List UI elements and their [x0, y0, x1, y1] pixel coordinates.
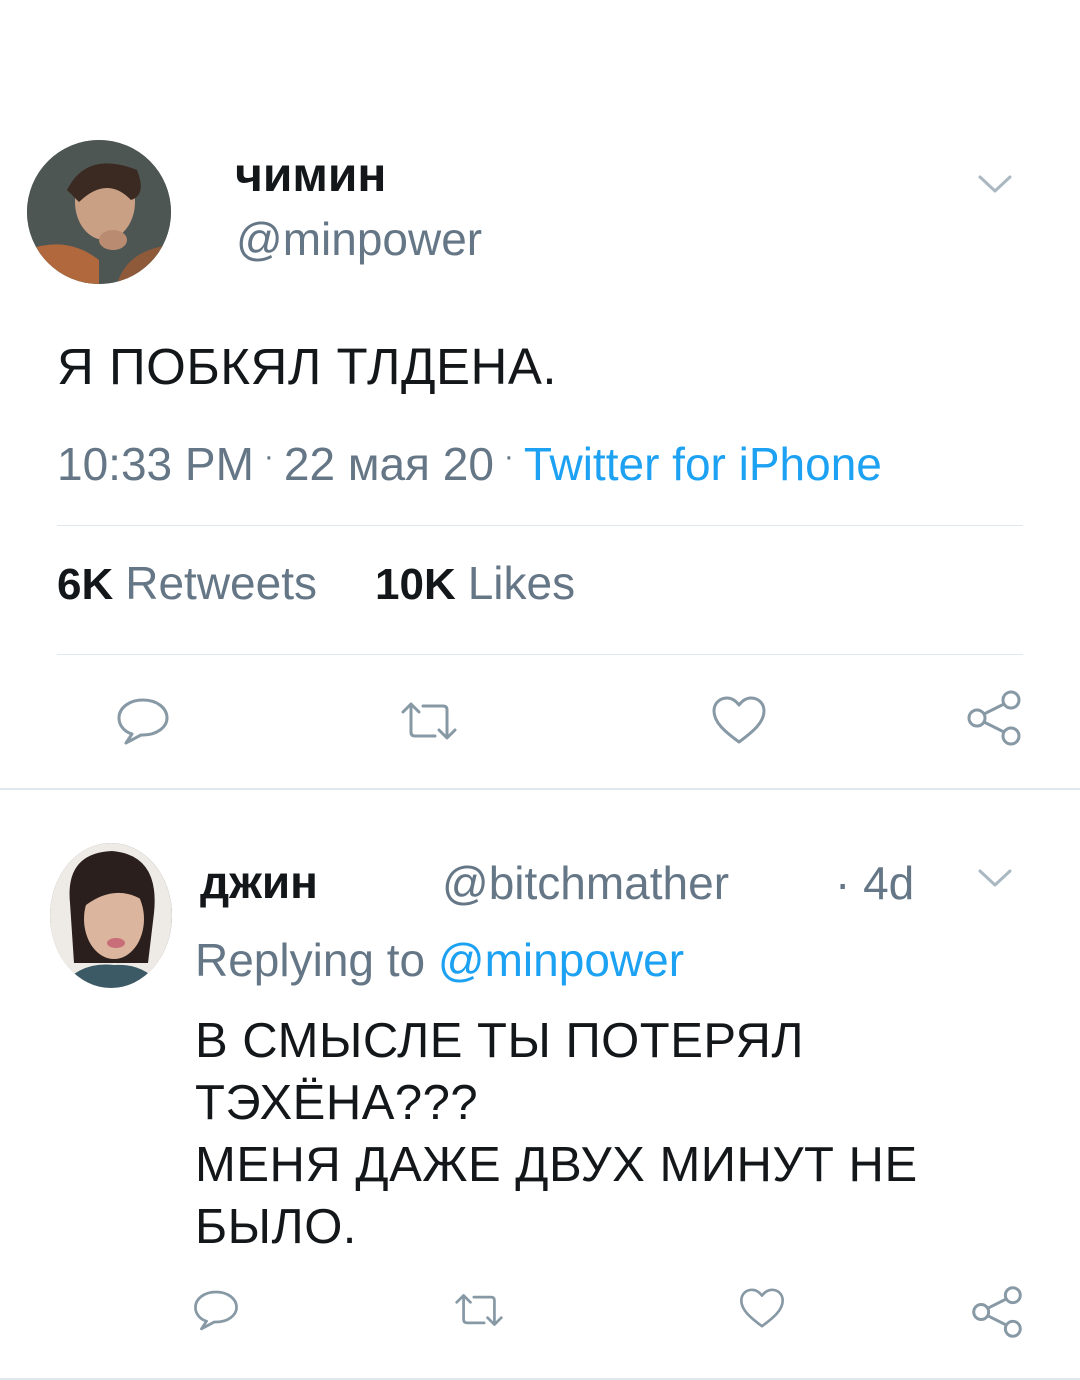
- tweet-time: 10:33 PM: [57, 438, 254, 490]
- divider: [57, 654, 1023, 655]
- share-icon[interactable]: [965, 688, 1023, 748]
- replying-to: Replying to @minpower: [195, 933, 684, 987]
- likes-count: 10K: [375, 560, 456, 609]
- display-name[interactable]: чимин: [235, 148, 386, 203]
- display-name[interactable]: джин: [200, 855, 318, 909]
- likes-label: Likes: [467, 557, 576, 609]
- mention-link[interactable]: @minpower: [438, 934, 684, 986]
- avatar[interactable]: [50, 843, 172, 988]
- share-icon[interactable]: [970, 1284, 1024, 1340]
- replying-prefix: Replying to: [195, 934, 438, 986]
- retweets-count: 6K: [57, 560, 114, 609]
- main-tweet: чимин @minpower Я ПОБКЯЛ ТЛДЕНА. 10:33 P…: [0, 0, 1080, 790]
- user-handle[interactable]: @minpower: [236, 212, 482, 266]
- tweet-source-link[interactable]: Twitter for iPhone: [524, 438, 882, 490]
- tweet-time[interactable]: · 4d: [835, 856, 914, 910]
- avatar-image: [50, 843, 172, 988]
- likes-stat[interactable]: 10K Likes: [375, 557, 575, 609]
- divider: [57, 525, 1023, 526]
- chevron-down-icon[interactable]: [975, 172, 1015, 196]
- tweet-meta: 10:33 PM · 22 мая 20 · Twitter for iPhone: [57, 437, 882, 491]
- heart-icon[interactable]: [710, 694, 768, 746]
- tweet-stats: 6K Retweets 10K Likes: [57, 556, 575, 610]
- user-handle[interactable]: @bitchmather: [442, 856, 729, 910]
- heart-icon[interactable]: [738, 1286, 786, 1330]
- tweet-text: Я ПОБКЯЛ ТЛДЕНА.: [57, 338, 558, 395]
- avatar-image: [27, 140, 171, 284]
- separator: ·: [503, 440, 514, 473]
- reply-icon[interactable]: [115, 696, 171, 746]
- retweet-icon[interactable]: [399, 700, 459, 742]
- retweet-icon[interactable]: [453, 1292, 505, 1328]
- reply-icon[interactable]: [192, 1288, 240, 1332]
- avatar[interactable]: [27, 140, 171, 284]
- separator: ·: [263, 440, 274, 473]
- tweet-date: 22 мая 20: [283, 438, 494, 490]
- retweets-label: Retweets: [125, 557, 317, 609]
- tweet-text: В СМЫСЛЕ ТЫ ПОТЕРЯЛ ТЭХЁНА??? МЕНЯ ДАЖЕ …: [195, 1014, 918, 1254]
- chevron-down-icon[interactable]: [975, 866, 1015, 890]
- retweets-stat[interactable]: 6K Retweets: [57, 557, 317, 609]
